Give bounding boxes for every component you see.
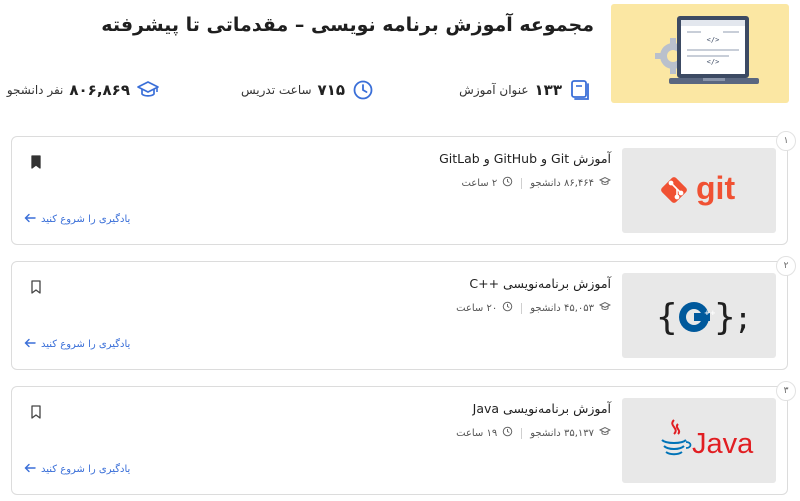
cpp-logo-icon: { ++ } ; bbox=[656, 297, 752, 338]
start-learning-label[interactable]: یادگیری را شروع کنید bbox=[41, 214, 130, 225]
meta-divider bbox=[521, 427, 523, 439]
svg-text:</>: </> bbox=[707, 36, 720, 44]
stat-students-value: ۸۰۶,۸۶۹ bbox=[69, 81, 130, 99]
stat-courses-value: ۱۳۳ bbox=[534, 81, 562, 99]
course-title[interactable]: آموزش Git و GitHub و GitLab bbox=[191, 151, 611, 166]
stat-hours: ۷۱۵ ساعت تدریس bbox=[241, 76, 375, 104]
course-students: ۸۶,۴۶۴ دانشجو bbox=[530, 177, 594, 189]
bookmark-outline-icon[interactable] bbox=[30, 404, 42, 419]
graduation-cap-icon bbox=[598, 176, 612, 190]
start-learning-link[interactable]: یادگیری را شروع کنید bbox=[24, 338, 130, 351]
graduation-cap-icon bbox=[598, 426, 612, 440]
course-logo-text: Java bbox=[692, 428, 754, 460]
course-meta: ۳۵,۱۳۷ دانشجو ۱۹ ساعت bbox=[456, 426, 612, 440]
start-learning-link[interactable]: یادگیری را شروع کنید bbox=[24, 213, 130, 226]
course-students: ۴۵,۰۵۳ دانشجو bbox=[530, 302, 594, 314]
course-logo-text: git bbox=[696, 170, 736, 206]
arrow-left-icon bbox=[24, 463, 36, 476]
page-title: مجموعه آموزش برنامه نویسی – مقدماتی تا پ… bbox=[101, 14, 594, 36]
bookmark-outline-icon[interactable] bbox=[30, 279, 42, 294]
course-students: ۳۵,۱۳۷ دانشجو bbox=[530, 427, 594, 439]
course-card-git[interactable]: ۱ git آموزش Git و GitHub و GitLab ۸۶,۴۶۴… bbox=[11, 131, 796, 245]
course-title[interactable]: آموزش برنامه‌نویسی ++C bbox=[191, 276, 611, 291]
start-learning-label[interactable]: یادگیری را شروع کنید bbox=[41, 339, 130, 350]
meta-divider bbox=[521, 177, 523, 189]
svg-text:</>: </> bbox=[707, 58, 720, 66]
arrow-left-icon bbox=[24, 213, 36, 226]
clock-icon bbox=[502, 426, 513, 440]
course-thumbnail-java[interactable]: Java bbox=[622, 398, 776, 483]
course-duration: ۱۹ ساعت bbox=[456, 427, 498, 439]
arrow-left-icon bbox=[24, 338, 36, 351]
course-index-badge: ۳ bbox=[776, 381, 796, 401]
course-duration: ۲۰ ساعت bbox=[456, 302, 498, 314]
laptop-code-icon: </> </> bbox=[655, 16, 759, 84]
meta-divider bbox=[521, 302, 523, 314]
clock-icon bbox=[351, 78, 375, 102]
course-thumbnail-cpp[interactable]: { ++ } ; bbox=[622, 273, 776, 358]
course-meta: ۴۵,۰۵۳ دانشجو ۲۰ ساعت bbox=[456, 301, 612, 315]
graduation-cap-icon bbox=[598, 301, 612, 315]
stat-students-label: نفر دانشجو bbox=[6, 83, 64, 97]
clock-icon bbox=[502, 301, 513, 315]
course-meta: ۸۶,۴۶۴ دانشجو ۲ ساعت bbox=[461, 176, 612, 190]
svg-text:{: { bbox=[656, 297, 678, 338]
course-duration: ۲ ساعت bbox=[461, 177, 498, 189]
clock-icon bbox=[502, 176, 513, 190]
stat-students: ۸۰۶,۸۶۹ نفر دانشجو bbox=[7, 76, 160, 104]
course-index-badge: ۱ bbox=[776, 131, 796, 151]
graduation-cap-icon bbox=[136, 78, 160, 102]
start-learning-link[interactable]: یادگیری را شروع کنید bbox=[24, 463, 130, 476]
stat-hours-label: ساعت تدریس bbox=[240, 83, 312, 97]
stat-courses-label: عنوان آموزش bbox=[459, 83, 529, 97]
course-card-java[interactable]: ۳ Java آموزش برنامه‌نویسی Java ۳۵,۱۳۷ دا… bbox=[11, 381, 796, 495]
collection-thumbnail: </> </> bbox=[611, 4, 789, 103]
course-card-cpp[interactable]: ۲ { ++ } ; آموزش برنامه‌نویسی ++C ۴۵,۰۵۳… bbox=[11, 256, 796, 370]
stat-courses: ۱۳۳ عنوان آموزش bbox=[459, 76, 592, 104]
course-index-badge: ۲ bbox=[776, 256, 796, 276]
bookmark-filled-icon[interactable] bbox=[30, 154, 42, 169]
course-title[interactable]: آموزش برنامه‌نویسی Java bbox=[191, 401, 611, 416]
start-learning-label[interactable]: یادگیری را شروع کنید bbox=[41, 464, 130, 475]
svg-text:;: ; bbox=[734, 302, 752, 337]
stat-hours-value: ۷۱۵ bbox=[317, 81, 345, 99]
book-icon bbox=[568, 78, 592, 102]
course-thumbnail-git[interactable]: git bbox=[622, 148, 776, 233]
svg-text:}: } bbox=[714, 297, 736, 338]
